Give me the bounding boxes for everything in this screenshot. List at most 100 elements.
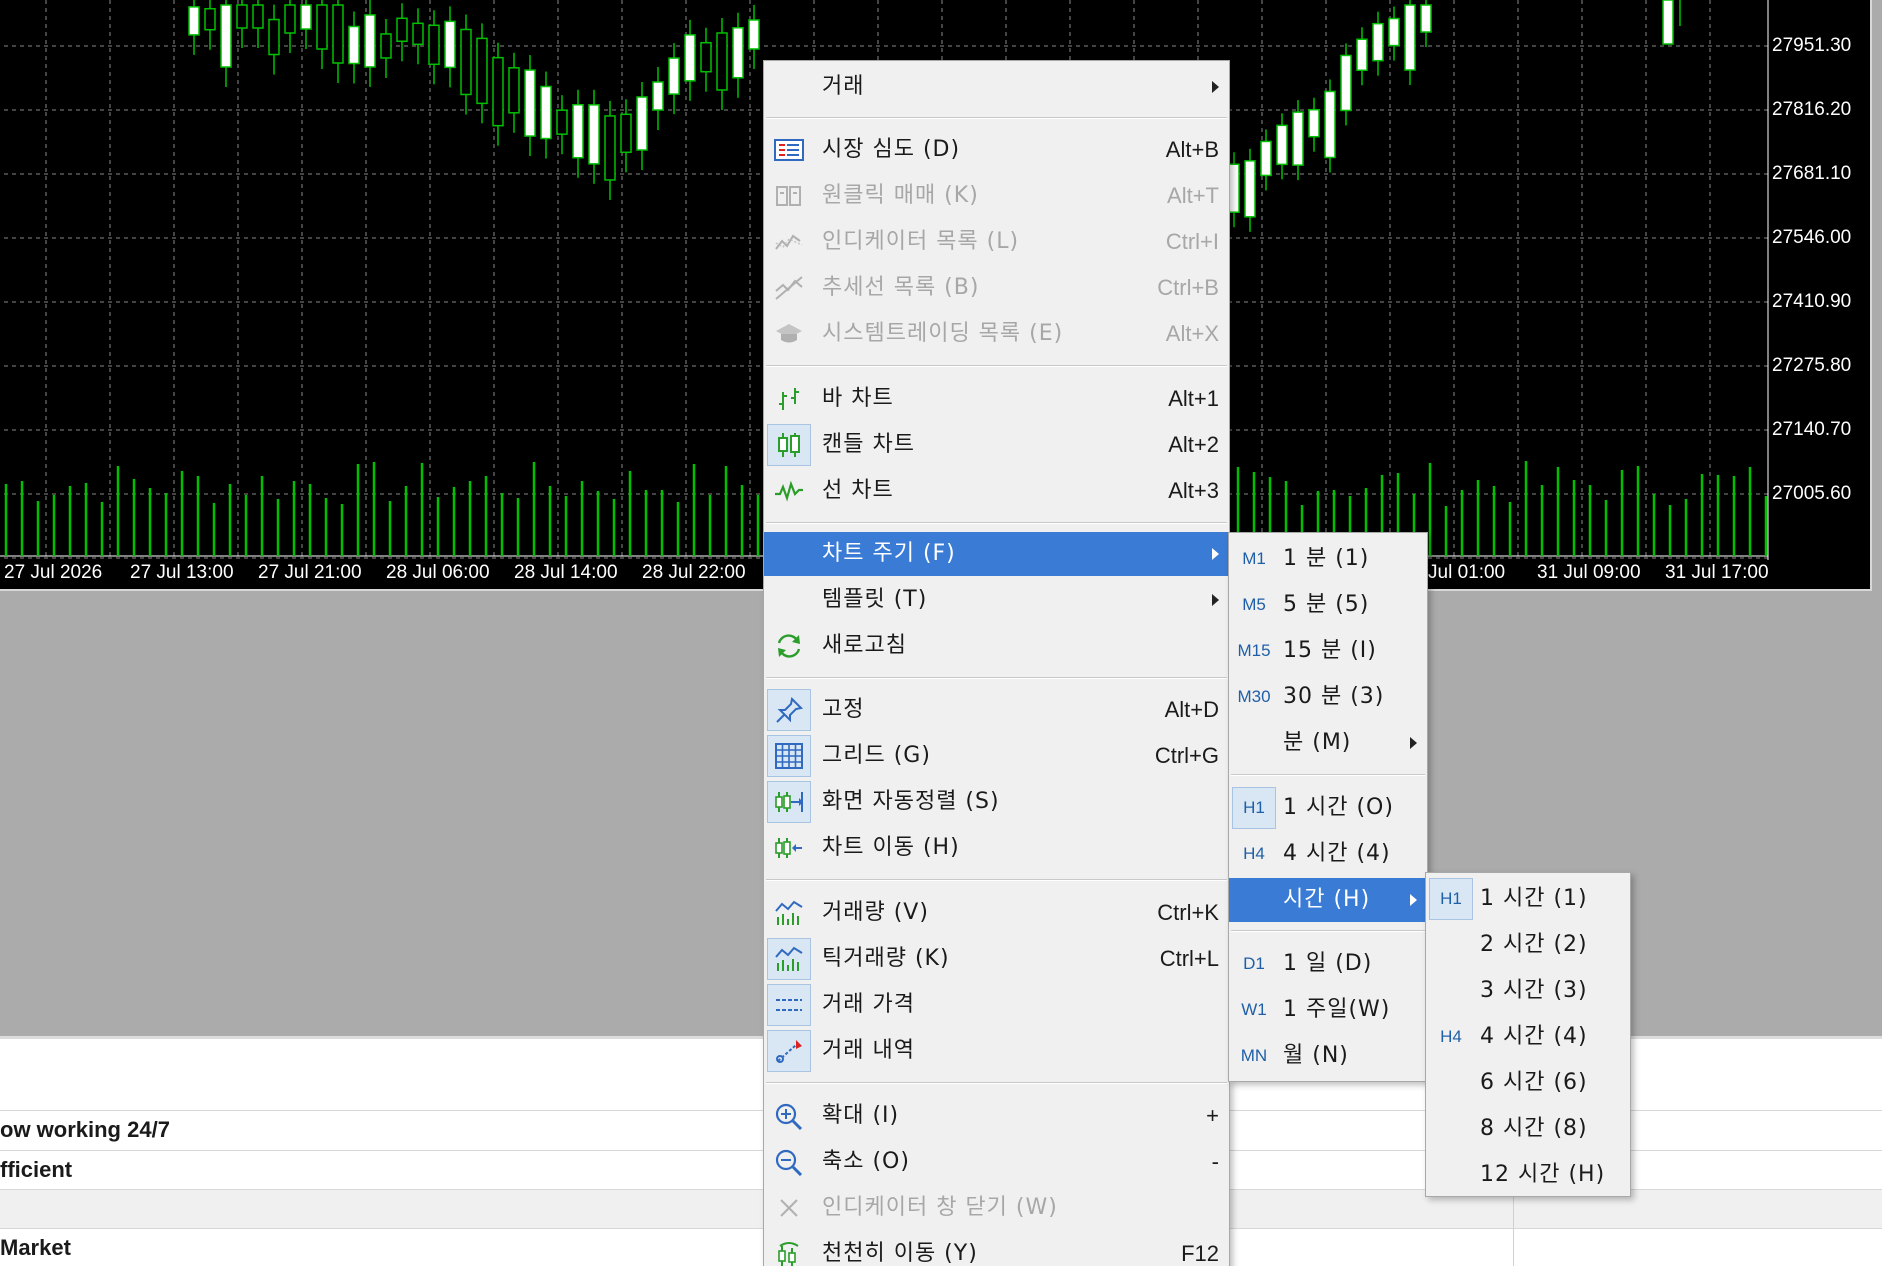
news-row-text: Market [0, 1235, 71, 1260]
period-item-mn[interactable]: MN 월 (N) [1229, 1034, 1427, 1078]
hour-item-8[interactable]: 8 시간 (8) [1426, 1107, 1630, 1151]
period-item-hours[interactable]: 시간 (H) [1229, 878, 1427, 922]
menu-item-chart-shift[interactable]: 차트 이동 (H) [764, 826, 1229, 870]
hour-item-3[interactable]: 3 시간 (3) [1426, 969, 1630, 1013]
candle-body [1308, 108, 1320, 138]
hour-item-6[interactable]: 6 시간 (6) [1426, 1061, 1630, 1105]
menu-item-trading[interactable]: 거래 [764, 65, 1229, 109]
menu-item-template[interactable]: 템플릿 (T) [764, 578, 1229, 622]
autoscroll-icon [767, 781, 811, 823]
submenu-arrow-icon [1410, 737, 1417, 749]
line-chart-icon [767, 470, 811, 512]
menu-item-expert-list[interactable]: 시스템트레이딩 목록 (E) Alt+X [764, 312, 1229, 356]
bar-chart-icon [767, 378, 811, 420]
menu-item-pin[interactable]: 고정 Alt+D [764, 688, 1229, 732]
timeframe-tag: M30 [1237, 687, 1271, 706]
timeframe-tag: D1 [1243, 954, 1265, 973]
period-item-h1[interactable]: H1 1 시간 (O) [1229, 786, 1427, 830]
menu-item-candlestick[interactable]: 캔들 차트 Alt+2 [764, 423, 1229, 467]
refresh-icon [767, 625, 811, 667]
menu-item-market-depth[interactable]: 시장 심도 (D) Alt+B [764, 128, 1229, 172]
menu-item-label: 바 차트 [822, 386, 894, 411]
menu-item-label: 1 분 (1) [1283, 546, 1370, 571]
menu-item-trade-history[interactable]: 거래 내역 [764, 1029, 1229, 1073]
timeframe-tag: M15 [1237, 641, 1271, 660]
menu-shortcut: Alt+B [1165, 137, 1219, 162]
candle-body [236, 4, 248, 29]
trendline-list-icon [767, 267, 811, 309]
menu-shortcut: Alt+X [1165, 321, 1219, 346]
candle-body [188, 6, 200, 36]
zoom-in-icon [767, 1095, 811, 1137]
timeframe-tag: W1 [1241, 1000, 1267, 1019]
menu-shortcut: Alt+3 [1168, 478, 1219, 503]
submenu-arrow-icon [1212, 548, 1219, 560]
menu-item-chart-period[interactable]: 차트 주기 (F) [764, 532, 1229, 576]
menu-item-one-click-trading[interactable]: 원클릭 매매 (K) Alt+T [764, 174, 1229, 218]
period-item-m5[interactable]: M5 5 분 (5) [1229, 583, 1427, 627]
time-axis-label: 31 Jul 17:00 [1665, 562, 1769, 583]
price-axis-label: 27951.30 [1772, 35, 1852, 56]
timeframe-tag: MN [1240, 1046, 1268, 1065]
menu-separator [766, 365, 1227, 367]
menu-item-zoom-in[interactable]: 확대 (I) + [764, 1094, 1229, 1138]
period-item-w1[interactable]: W1 1 주일(W) [1229, 988, 1427, 1032]
candle-body [396, 17, 408, 43]
hour-item-12[interactable]: 12 시간 (H) [1426, 1153, 1630, 1197]
menu-item-label: 캔들 차트 [822, 432, 915, 457]
period-item-minutes[interactable]: 분 (M) [1229, 721, 1427, 765]
menu-item-bar-chart[interactable]: 바 차트 Alt+1 [764, 377, 1229, 421]
menu-item-trade-levels[interactable]: 거래 가격 [764, 983, 1229, 1027]
candle-body [1404, 4, 1416, 71]
menu-item-zoom-out[interactable]: 축소 (O) - [764, 1140, 1229, 1184]
candle-body [1388, 17, 1400, 47]
pin-icon [767, 689, 811, 731]
candle-body [572, 103, 584, 159]
candle-body [380, 33, 392, 59]
menu-item-label: 템플릿 (T) [822, 587, 928, 612]
timeframe-tag: M5 [1242, 595, 1266, 614]
menu-shortcut: Alt+D [1164, 697, 1219, 722]
menu-item-grid[interactable]: 그리드 (G) Ctrl+G [764, 734, 1229, 778]
menu-shortcut: Ctrl+I [1165, 229, 1219, 254]
candle-body [348, 25, 360, 65]
candle-body [732, 27, 744, 79]
menu-item-label: 8 시간 (8) [1480, 1116, 1588, 1141]
candle-body [1662, 0, 1674, 45]
menu-item-label: 축소 (O) [822, 1149, 910, 1174]
hour-item-2[interactable]: 2 시간 (2) [1426, 923, 1630, 967]
submenu-arrow-icon [1212, 81, 1219, 93]
hour-item-1[interactable]: H1 1 시간 (1) [1426, 877, 1630, 921]
period-item-m30[interactable]: M30 30 분 (3) [1229, 675, 1427, 719]
menu-item-label: 2 시간 (2) [1480, 932, 1588, 957]
menu-item-label: 고정 [822, 697, 865, 722]
menu-item-label: 새로고침 [822, 633, 907, 658]
hour-item-4[interactable]: H4 4 시간 (4) [1426, 1015, 1630, 1059]
timeframe-tag: H4 [1243, 844, 1265, 863]
period-item-d1[interactable]: D1 1 일 (D) [1229, 942, 1427, 986]
period-item-m15[interactable]: M15 15 분 (I) [1229, 629, 1427, 673]
menu-item-indicator-list[interactable]: 인디케이터 목록 (L) Ctrl+I [764, 220, 1229, 264]
price-axis-label: 27140.70 [1772, 419, 1852, 440]
menu-item-refresh[interactable]: 새로고침 [764, 624, 1229, 668]
candle-body [252, 4, 264, 29]
menu-shortcut: - [1211, 1149, 1219, 1174]
menu-item-step[interactable]: 천천히 이동 (Y) F12 [764, 1232, 1229, 1266]
menu-item-trendline-list[interactable]: 추세선 목록 (B) Ctrl+B [764, 266, 1229, 310]
menu-item-label: 거래량 (V) [822, 900, 929, 925]
period-item-h4[interactable]: H4 4 시간 (4) [1229, 832, 1427, 876]
period-item-m1[interactable]: M1 1 분 (1) [1229, 537, 1427, 581]
menu-item-volume[interactable]: 거래량 (V) Ctrl+K [764, 891, 1229, 935]
menu-item-line-chart[interactable]: 선 차트 Alt+3 [764, 469, 1229, 513]
zoom-out-icon [767, 1141, 811, 1183]
time-axis-label: 28 Jul 14:00 [514, 562, 618, 583]
menu-item-close-indicator-window[interactable]: 인디케이터 창 닫기 (W) [764, 1186, 1229, 1230]
menu-separator [766, 522, 1227, 524]
menu-item-autoscroll[interactable]: 화면 자동정렬 (S) [764, 780, 1229, 824]
menu-item-label: 30 분 (3) [1283, 684, 1385, 709]
price-axis-label: 27816.20 [1772, 99, 1852, 120]
news-row-text: ow working 24/7 [0, 1117, 170, 1142]
submenu-arrow-icon [1410, 894, 1417, 906]
menu-item-tick-volume[interactable]: 틱거래량 (K) Ctrl+L [764, 937, 1229, 981]
menu-item-label: 차트 이동 (H) [822, 835, 960, 860]
